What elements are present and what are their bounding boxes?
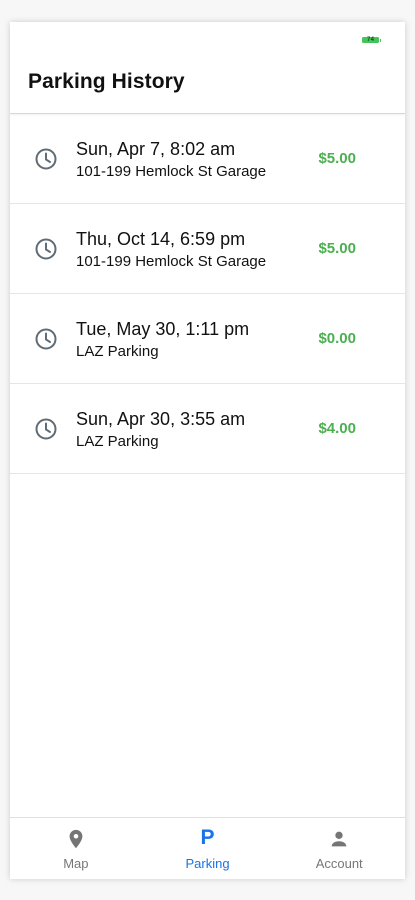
parking-icon: P [200, 826, 215, 849]
parking-history-list: Sun, Apr 7, 8:02 am 101-199 Hemlock St G… [10, 114, 405, 474]
nav-label-account: Account [315, 856, 363, 871]
nav-tab-map[interactable]: Map [10, 818, 142, 879]
history-item[interactable]: Thu, Oct 14, 6:59 pm 101-199 Hemlock St … [10, 204, 405, 294]
app-header: Parking History [10, 50, 405, 114]
history-location: LAZ Parking [76, 343, 159, 360]
history-date: Thu, Oct 14, 6:59 pm [76, 229, 246, 249]
history-amount: $4.00 [318, 420, 356, 437]
clock-icon [35, 148, 57, 170]
history-amount: $5.00 [318, 150, 356, 167]
history-location: 101-199 Hemlock St Garage [76, 163, 267, 180]
nav-label-parking: Parking [185, 856, 230, 871]
battery-icon: 74 [362, 37, 381, 43]
history-item[interactable]: Sun, Apr 7, 8:02 am 101-199 Hemlock St G… [10, 114, 405, 204]
map-pin-icon [69, 829, 83, 849]
history-date: Sun, Apr 30, 3:55 am [76, 409, 246, 429]
history-date: Sun, Apr 7, 8:02 am [76, 139, 236, 159]
history-item[interactable]: Sun, Apr 30, 3:55 am LAZ Parking $4.00 [10, 384, 405, 474]
history-amount: $5.00 [318, 240, 356, 257]
clock-icon [35, 328, 57, 350]
nav-tab-parking[interactable]: P Parking [142, 818, 274, 879]
person-icon [331, 831, 347, 847]
history-item[interactable]: Tue, May 30, 1:11 pm LAZ Parking $0.00 [10, 294, 405, 384]
nav-tab-account[interactable]: Account [273, 818, 405, 879]
bottom-navigation: Map P Parking Account [10, 817, 405, 879]
page-title: Parking History [28, 70, 185, 93]
clock-icon [35, 238, 57, 260]
history-location: 101-199 Hemlock St Garage [76, 253, 267, 270]
history-location: LAZ Parking [76, 433, 159, 450]
status-bar: 74 [10, 22, 405, 50]
history-date: Tue, May 30, 1:11 pm [76, 319, 250, 339]
app-screen: 74 Parking History Sun, Apr 7, 8:02 am 1… [10, 22, 405, 879]
history-amount: $0.00 [318, 330, 356, 347]
clock-icon [35, 418, 57, 440]
nav-label-map: Map [63, 856, 89, 871]
